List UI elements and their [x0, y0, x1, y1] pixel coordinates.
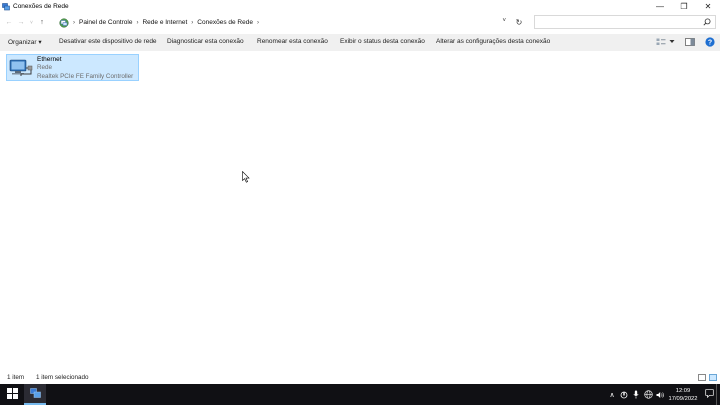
breadcrumb-network-connections[interactable]: Conexões de Rede [197, 19, 253, 26]
title-bar[interactable]: Conexões de Rede — ❐ ✕ [0, 0, 720, 13]
network-adapter-icon [9, 58, 33, 78]
window-title: Conexões de Rede [13, 3, 69, 10]
preview-pane-icon [685, 37, 695, 48]
microphone-icon[interactable] [630, 384, 642, 405]
restore-button[interactable]: ❐ [672, 0, 696, 13]
preview-pane-button[interactable] [685, 37, 695, 48]
file-list-area[interactable]: Ethernet Rede Realtek PCIe FE Family Con… [0, 51, 720, 371]
system-tray: ∧ 12:09 17/09/2022 [606, 384, 720, 405]
search-icon[interactable] [703, 18, 711, 26]
disable-device-button[interactable]: Desativar este dispositivo de rede [59, 38, 157, 45]
action-center-button[interactable] [702, 389, 716, 400]
network-connections-icon [29, 387, 41, 400]
breadcrumb-separator: › [73, 19, 75, 26]
clock-time: 12:09 [675, 387, 691, 394]
diagnose-connection-button[interactable]: Diagnosticar esta conexão [167, 38, 244, 45]
search-input[interactable] [535, 16, 700, 28]
change-settings-button[interactable]: Alterar as configurações desta conexão [436, 38, 550, 45]
breadcrumb-separator: › [136, 19, 139, 26]
details-view-icon[interactable] [698, 374, 706, 381]
recent-locations-button[interactable]: ˅ [27, 16, 36, 30]
view-status-button[interactable]: Exibir o status desta conexão [340, 38, 425, 45]
show-hidden-icons-button[interactable]: ∧ [606, 384, 618, 405]
help-button[interactable]: ? [705, 36, 715, 49]
change-view-button[interactable] [656, 37, 666, 48]
item-adapter: Realtek PCIe FE Family Controller [37, 72, 134, 80]
network-globe-icon[interactable] [642, 384, 654, 405]
view-options-icon [656, 38, 666, 48]
network-connections-icon [2, 2, 10, 11]
clock-date: 17/09/2022 [668, 395, 698, 402]
breadcrumb-separator: › [191, 19, 194, 26]
close-button[interactable]: ✕ [696, 0, 720, 13]
minimize-button[interactable]: — [648, 0, 672, 13]
breadcrumb-network-internet[interactable]: Rede e Internet [142, 19, 187, 26]
show-desktop-button[interactable] [716, 384, 720, 405]
notification-icon [704, 389, 714, 400]
selection-count: 1 item selecionado [36, 374, 89, 381]
forward-button[interactable]: → [15, 16, 27, 30]
breadcrumb-control-panel[interactable]: Painel de Controle [79, 19, 132, 26]
start-button[interactable] [0, 384, 24, 405]
refresh-button[interactable]: ↻ [512, 15, 526, 29]
list-item-ethernet[interactable]: Ethernet Rede Realtek PCIe FE Family Con… [6, 54, 139, 81]
windows-logo-icon [6, 388, 18, 401]
taskbar-clock[interactable]: 12:09 17/09/2022 [666, 387, 700, 403]
item-type: Rede [37, 64, 53, 72]
taskbar-app-network-connections[interactable] [24, 384, 46, 405]
organize-button[interactable]: Organizar ▾ [8, 38, 42, 46]
display-icon[interactable] [618, 384, 630, 405]
back-button[interactable]: ← [3, 16, 15, 30]
volume-icon[interactable] [654, 384, 666, 405]
item-count: 1 item [7, 374, 25, 381]
command-bar: Organizar ▾ Desativar este dispositivo d… [0, 34, 720, 51]
more-options-button[interactable] [669, 37, 675, 48]
control-panel-icon [59, 17, 69, 28]
tiles-view-icon[interactable] [709, 374, 717, 381]
address-dropdown-button[interactable]: ˅ [502, 18, 506, 24]
up-button[interactable]: ↑ [36, 16, 48, 30]
status-bar: 1 item 1 item selecionado [0, 372, 720, 384]
breadcrumb-separator: › [256, 19, 259, 26]
item-name: Ethernet [37, 56, 62, 63]
svg-text:?: ? [708, 39, 712, 46]
rename-connection-button[interactable]: Renomear esta conexão [257, 38, 328, 45]
caret-down-icon [669, 39, 675, 46]
help-icon: ? [705, 36, 715, 49]
mouse-cursor-icon [242, 170, 250, 183]
search-box[interactable] [534, 15, 716, 29]
address-bar[interactable]: › Painel de Controle › Rede e Internet ›… [55, 15, 510, 30]
taskbar: ∧ 12:09 17/09/2022 [0, 384, 720, 405]
